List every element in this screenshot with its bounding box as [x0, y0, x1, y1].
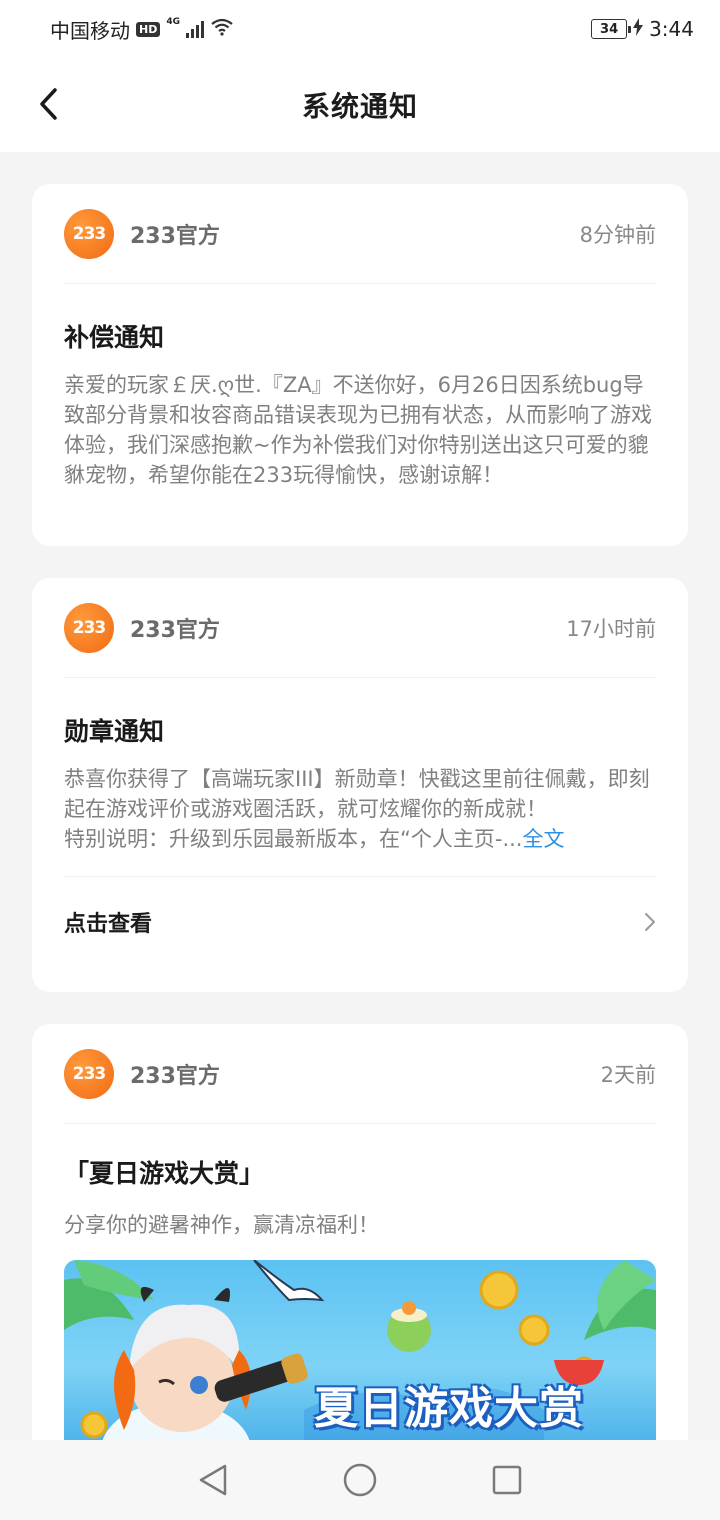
card-header: 233 233官方 2天前 [64, 1024, 656, 1124]
sender-info[interactable]: 233 233官方 [64, 1048, 220, 1099]
view-details-label: 点击查看 [64, 911, 153, 937]
page-title: 系统通知 [301, 90, 418, 123]
notification-title: 勋章通知 [64, 717, 165, 746]
avatar[interactable]: 233 [64, 208, 114, 259]
notification-body: 亲爱的玩家￡厌.ღ世.『ZA』不送你好，6月26日因系统bug导致部分背景和妆容… [64, 373, 652, 487]
screen: 中国移动 HD 4G 34 3:44 系统通知 233 233官方 8分钟前 补… [0, 0, 720, 1520]
full-text-link[interactable]: 全文 [522, 827, 564, 851]
sender-name: 233官方 [130, 1063, 220, 1089]
signal-icon [186, 20, 204, 38]
charging-icon [633, 17, 644, 41]
notification-card[interactable]: 233 233官方 17小时前 勋章通知 恭喜你获得了【高端玩家III】新勋章！… [32, 578, 688, 992]
body-text: 恭喜你获得了【高端玩家III】新勋章！快戳这里前往佩戴，即刻起在游戏评价或游戏圈… [64, 767, 650, 821]
hd-icon: HD [136, 21, 161, 37]
body-extra-text: 特别说明：升级到乐园最新版本，在“个人主页-... [64, 827, 523, 851]
view-details-row[interactable]: 点击查看 [64, 876, 656, 966]
status-left: 中国移动 HD 4G [50, 15, 234, 44]
status-right: 34 3:44 [591, 17, 694, 41]
notification-card[interactable]: 233 233官方 8分钟前 补偿通知 亲爱的玩家￡厌.ღ世.『ZA』不送你好，… [32, 184, 688, 546]
network-type: 4G [166, 17, 180, 27]
sender-name: 233官方 [130, 617, 220, 643]
card-header: 233 233官方 8分钟前 [64, 184, 656, 284]
nav-recents-button[interactable] [477, 1450, 537, 1510]
event-banner-image[interactable]: 夏日游戏大赏 [64, 1260, 656, 1440]
nav-back-button[interactable] [183, 1450, 243, 1510]
circle-home-icon [343, 1463, 377, 1497]
timestamp: 17小时前 [566, 616, 656, 641]
notification-body: 恭喜你获得了【高端玩家III】新勋章！快戳这里前往佩戴，即刻起在游戏评价或游戏圈… [64, 764, 656, 854]
notification-title: 「夏日游戏大赏」 [64, 1159, 265, 1188]
status-bar: 中国移动 HD 4G 34 3:44 [0, 0, 720, 58]
app-header: 系统通知 [0, 58, 720, 152]
nav-home-button[interactable] [330, 1450, 390, 1510]
timestamp: 2天前 [600, 1062, 656, 1087]
sender-info[interactable]: 233 233官方 [64, 602, 220, 653]
avatar[interactable]: 233 [64, 602, 114, 653]
card-header: 233 233官方 17小时前 [64, 578, 656, 678]
carrier-name: 中国移动 [50, 18, 130, 43]
battery-level: 34 [600, 21, 619, 37]
battery-icon: 34 [591, 19, 632, 39]
triangle-back-icon [200, 1464, 227, 1496]
sender-info[interactable]: 233 233官方 [64, 208, 220, 259]
banner-title: 夏日游戏大赏 [314, 1383, 584, 1434]
chevron-left-icon [40, 88, 57, 120]
clock: 3:44 [649, 17, 694, 41]
square-recents-icon [492, 1465, 521, 1495]
chevron-right-icon [645, 912, 655, 931]
avatar[interactable]: 233 [64, 1048, 114, 1099]
system-nav-bar [0, 1440, 720, 1520]
wifi-icon [210, 17, 234, 41]
notification-list[interactable]: 233 233官方 8分钟前 补偿通知 亲爱的玩家￡厌.ღ世.『ZA』不送你好，… [0, 152, 720, 1440]
timestamp: 8分钟前 [579, 222, 656, 247]
notification-body: 分享你的避暑神作，赢清凉福利！ [64, 1213, 379, 1237]
notification-title: 补偿通知 [64, 323, 165, 352]
sender-name: 233官方 [130, 223, 220, 249]
back-button[interactable] [28, 84, 68, 124]
notification-card[interactable]: 233 233官方 2天前 「夏日游戏大赏」 分享你的避暑神作，赢清凉福利！ 夏… [32, 1024, 688, 1440]
